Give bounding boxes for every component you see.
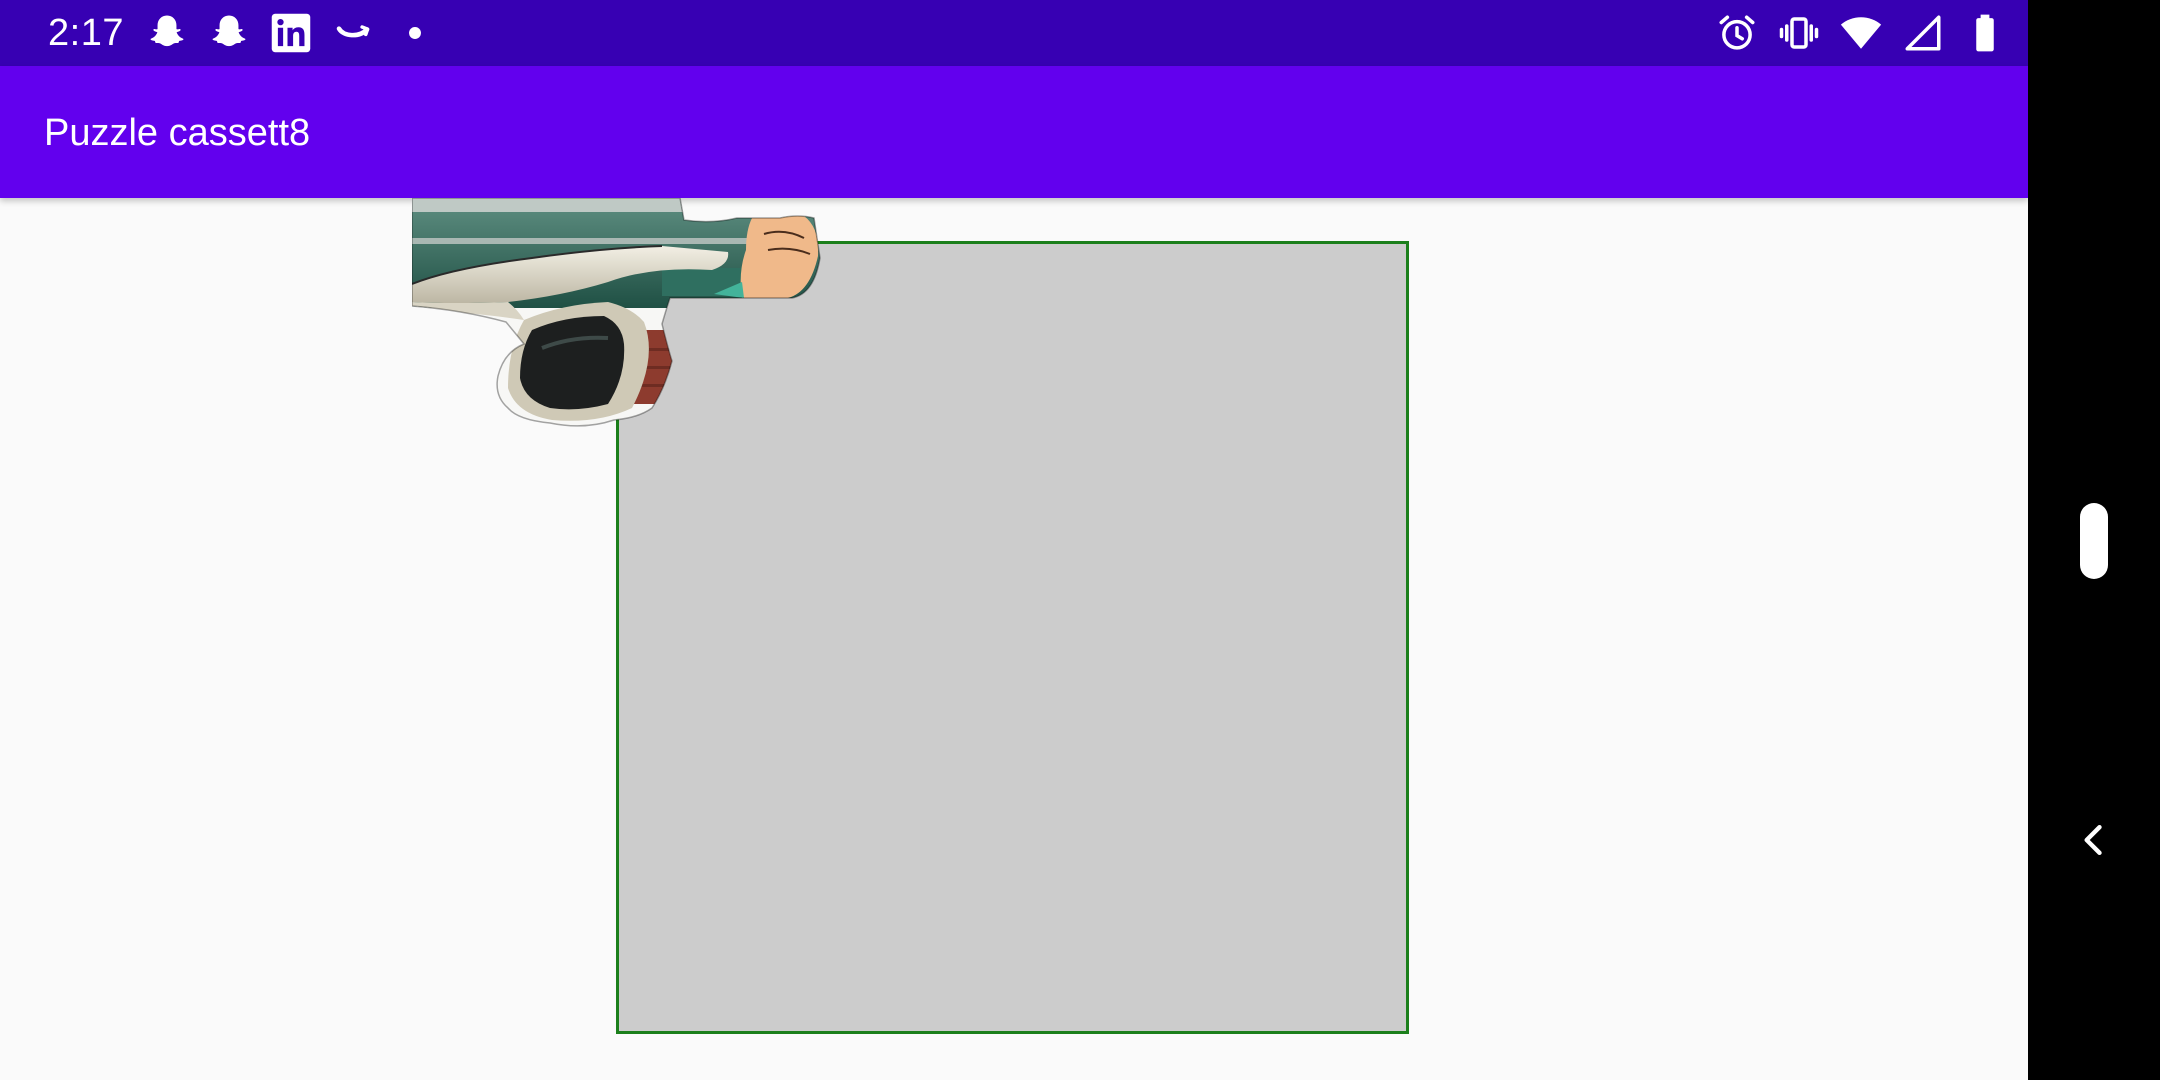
amazon-icon xyxy=(336,25,370,38)
snapchat-icon xyxy=(150,15,184,47)
navigation-bar xyxy=(2028,0,2160,1080)
home-pill[interactable] xyxy=(2080,503,2108,579)
dot-icon xyxy=(409,27,421,39)
app-bar: Puzzle cassett8 xyxy=(0,66,2028,198)
cell-signal-icon xyxy=(1905,15,1941,51)
puzzle-piece-image xyxy=(412,198,821,427)
status-time: 2:17 xyxy=(48,12,124,54)
battery-icon xyxy=(1976,14,1994,52)
wifi-icon xyxy=(1840,17,1882,49)
linkedin-icon xyxy=(271,13,311,53)
back-icon xyxy=(2084,824,2102,856)
vibrate-icon xyxy=(1779,17,1819,49)
puzzle-app: 2:17 Puzzle cassett8 xyxy=(0,0,2028,1080)
status-bar: 2:17 xyxy=(0,0,2028,66)
app-title: Puzzle cassett8 xyxy=(44,112,311,154)
screen: 2:17 Puzzle cassett8 xyxy=(0,0,2160,1080)
system-icons xyxy=(1696,10,2028,56)
alarm-icon xyxy=(1719,15,1755,50)
puzzle-piece[interactable] xyxy=(412,198,822,430)
back-button[interactable] xyxy=(2072,818,2116,862)
notification-icons xyxy=(146,12,436,54)
snapchat-icon xyxy=(212,15,246,47)
